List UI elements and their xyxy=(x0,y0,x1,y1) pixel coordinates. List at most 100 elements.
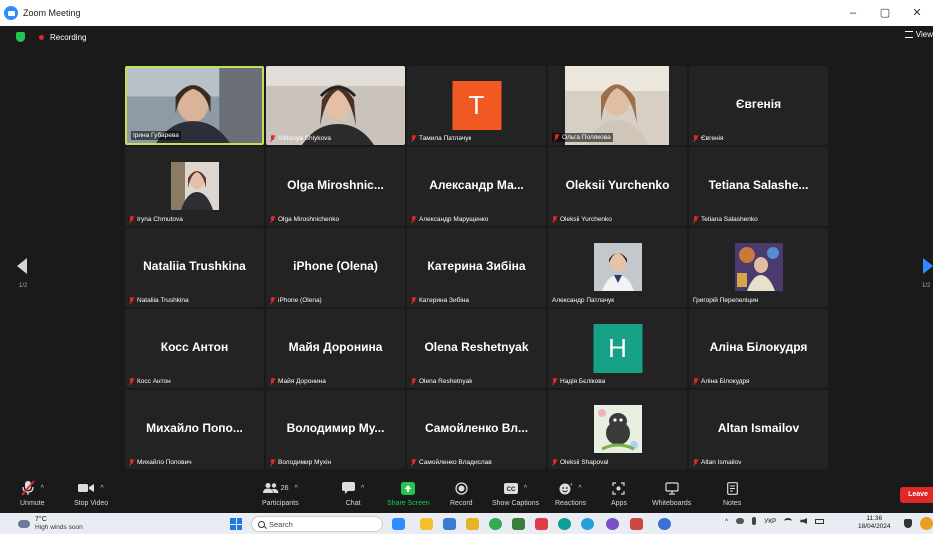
participant-tile[interactable]: Александр Ма... Александр Марущенко xyxy=(407,147,546,226)
muted-mic-icon xyxy=(411,216,416,223)
battery-icon[interactable] xyxy=(815,518,825,524)
chrome-icon[interactable] xyxy=(489,518,502,530)
participant-tile[interactable]: Oleksii Shapoval xyxy=(548,390,687,469)
copilot-icon[interactable] xyxy=(920,517,933,530)
maximize-button[interactable]: ▢ xyxy=(869,0,901,26)
participant-tile[interactable]: Косс Антон Косс Антон xyxy=(125,309,264,388)
page-indicator-left: 1/2 xyxy=(19,283,28,289)
taskbar-clock[interactable]: 11:36 18/04/2024 xyxy=(858,515,891,531)
participant-tile[interactable]: T Тамила Патлачук xyxy=(407,66,546,145)
previous-page-arrow-icon[interactable] xyxy=(17,258,27,274)
weather-temperature: 7°C xyxy=(35,516,47,523)
participant-label: Iryna Chmutova xyxy=(129,216,183,223)
security-shield-icon[interactable] xyxy=(16,32,25,42)
participants-button[interactable]: 26 ^ Participants xyxy=(262,479,299,507)
participant-tile[interactable]: Ольга Полякова xyxy=(548,66,687,145)
participant-tile[interactable]: Viktoriya Shlykova xyxy=(266,66,405,145)
notes-icon xyxy=(726,481,738,495)
chevron-up-icon[interactable]: ^ xyxy=(725,518,728,525)
chevron-up-icon[interactable]: ^ xyxy=(100,485,103,492)
participant-display-name: Косс Антон xyxy=(160,340,229,354)
record-button[interactable]: Record xyxy=(450,479,473,507)
apps-button[interactable]: Apps xyxy=(611,479,627,507)
onedrive-icon[interactable] xyxy=(736,518,745,524)
leave-button[interactable]: Leave xyxy=(900,487,933,503)
participant-tile[interactable]: Ірина Губарева xyxy=(125,66,264,145)
notification-icon[interactable] xyxy=(904,519,912,528)
muted-mic-icon xyxy=(270,297,275,304)
participant-tile[interactable]: Александр Патлачук xyxy=(548,228,687,307)
participant-tile[interactable]: Iryna Chmutova xyxy=(125,147,264,226)
participant-label: Надія Бєлікова xyxy=(552,378,605,385)
chevron-up-icon[interactable]: ^ xyxy=(524,485,527,492)
participant-tile[interactable]: Володимир Му... Володимир Мухін xyxy=(266,390,405,469)
participant-display-name: Самойленко Вл... xyxy=(424,421,529,435)
taskbar-search-box[interactable]: Search xyxy=(251,516,383,532)
reactions-button[interactable]: + ^ Reactions xyxy=(555,479,586,508)
window-title: Zoom Meeting xyxy=(23,8,81,18)
unmute-button[interactable]: ^ Unmute xyxy=(20,479,45,507)
participant-display-name: Tetiana Salashe... xyxy=(708,178,809,192)
view-button[interactable]: View xyxy=(904,30,933,39)
zoom-taskbar-icon[interactable] xyxy=(392,518,405,530)
participant-tile[interactable]: Olena Reshetnyak Olena Reshetnyak xyxy=(407,309,546,388)
participant-display-name: Майя Доронина xyxy=(288,340,383,354)
chevron-up-icon[interactable]: ^ xyxy=(578,485,581,492)
next-page-arrow-icon[interactable] xyxy=(923,258,933,274)
wifi-icon[interactable] xyxy=(784,518,793,524)
participant-label: Тамила Патлачук xyxy=(411,135,471,142)
muted-mic-icon xyxy=(270,135,275,142)
notes-button[interactable]: Notes xyxy=(723,479,741,507)
participant-tile[interactable]: Майя Доронина Майя Доронина xyxy=(266,309,405,388)
chevron-up-icon[interactable]: ^ xyxy=(295,485,298,492)
chat-button[interactable]: ^ Chat xyxy=(342,479,364,507)
edge-browser-icon[interactable] xyxy=(558,518,571,530)
participant-tile[interactable]: iPhone (Olena) iPhone (Olena) xyxy=(266,228,405,307)
video-camera-icon xyxy=(78,484,95,492)
close-button[interactable]: ✕ xyxy=(901,0,933,26)
language-indicator[interactable]: УКР xyxy=(764,518,776,525)
participant-tile[interactable]: Євгенія Євгенія xyxy=(689,66,828,145)
page-indicator-right: 1/2 xyxy=(922,283,931,289)
participant-tile[interactable]: Altan Ismailov Altan Ismailov xyxy=(689,390,828,469)
speaker-icon[interactable] xyxy=(800,518,808,524)
chevron-up-icon[interactable]: ^ xyxy=(361,485,364,492)
folder-icon[interactable] xyxy=(466,518,479,530)
pocket-app-icon[interactable] xyxy=(535,518,548,530)
participant-tile[interactable]: Olga Miroshnic... Olga Miroshnichenko xyxy=(266,147,405,226)
share-screen-button[interactable]: Share Screen xyxy=(387,479,430,507)
mail-app-icon[interactable] xyxy=(630,518,643,530)
teams-chat-icon[interactable] xyxy=(658,518,671,530)
calendar-app-icon[interactable] xyxy=(512,518,525,530)
windows-store-icon[interactable] xyxy=(443,518,456,530)
participant-tile[interactable]: Аліна Білокудря Аліна Білокудря xyxy=(689,309,828,388)
wind-icon xyxy=(18,520,30,528)
minimize-button[interactable]: – xyxy=(837,0,869,26)
viber-icon[interactable] xyxy=(606,518,619,530)
stop-video-button[interactable]: ^ Stop Video xyxy=(74,479,108,507)
telegram-icon[interactable] xyxy=(581,518,594,530)
grid-view-icon xyxy=(904,31,913,38)
show-captions-button[interactable]: CC ^ Show Captions xyxy=(492,479,539,507)
participant-avatar xyxy=(593,405,642,453)
participant-tile[interactable]: H Надія Бєлікова xyxy=(548,309,687,388)
participant-tile[interactable]: Григорій Перепеліцин xyxy=(689,228,828,307)
whiteboards-button[interactable]: Whiteboards xyxy=(652,479,691,507)
windows-start-icon[interactable] xyxy=(230,518,242,530)
muted-mic-icon xyxy=(270,378,275,385)
participant-tile[interactable]: Михайло Попо... Михайло Попович xyxy=(125,390,264,469)
weather-widget[interactable]: 7°C High winds soon xyxy=(18,516,83,532)
participant-tile[interactable]: Самойленко Вл... Самойленко Владислав xyxy=(407,390,546,469)
file-explorer-icon[interactable] xyxy=(420,518,433,530)
chevron-up-icon[interactable]: ^ xyxy=(41,485,44,492)
participant-tile[interactable]: Oleksii Yurchenko Oleksii Yurchenko xyxy=(548,147,687,226)
participant-tile[interactable]: Nataliia Trushkina Nataliia Trushkina xyxy=(125,228,264,307)
participant-display-name: Nataliia Trushkina xyxy=(143,259,246,273)
recording-label[interactable]: Recording xyxy=(50,33,86,42)
share-screen-icon xyxy=(401,481,416,495)
participant-tile[interactable]: Катерина Зибіна Катерина Зибіна xyxy=(407,228,546,307)
muted-mic-icon xyxy=(552,459,557,466)
participants-count: 26 xyxy=(280,484,289,492)
participant-tile[interactable]: Tetiana Salashe... Tetiana Salashenko xyxy=(689,147,828,226)
microphone-icon[interactable] xyxy=(752,517,757,525)
